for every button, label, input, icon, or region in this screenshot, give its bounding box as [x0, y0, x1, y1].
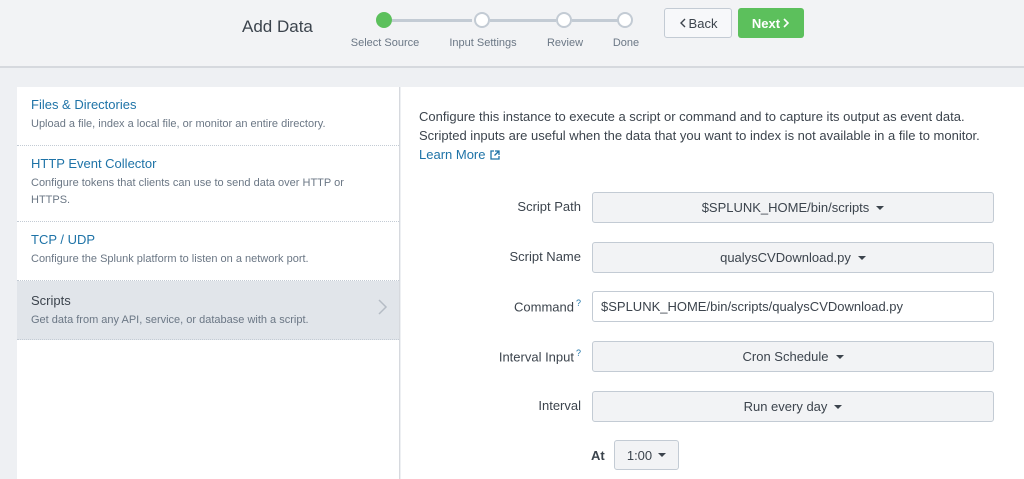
- step-connector: [392, 19, 472, 22]
- intro-description: Configure this instance to execute a scr…: [419, 109, 980, 143]
- caret-down-icon: [658, 453, 667, 457]
- step-connector: [572, 19, 618, 22]
- source-item-desc: Configure tokens that clients can use to…: [31, 177, 344, 206]
- next-button[interactable]: Next: [738, 8, 804, 38]
- source-item-tcp-udp[interactable]: TCP / UDP Configure the Splunk platform …: [17, 222, 399, 281]
- wizard-header: Add Data Select Source Input Settings Re…: [0, 0, 1024, 68]
- source-item-name: HTTP Event Collector: [31, 156, 157, 171]
- script-path-dropdown[interactable]: $SPLUNK_HOME/bin/scripts: [592, 192, 994, 223]
- script-path-value: $SPLUNK_HOME/bin/scripts: [701, 200, 870, 215]
- source-item-files-directories[interactable]: Files & Directories Upload a file, index…: [17, 87, 399, 146]
- chevron-right-icon: [783, 18, 790, 28]
- at-label: At: [591, 448, 605, 463]
- back-button[interactable]: Back: [664, 8, 732, 38]
- script-name-label: Script Name: [509, 249, 581, 264]
- intro-text: Configure this instance to execute a scr…: [419, 107, 1009, 164]
- command-label: Command?: [401, 298, 581, 314]
- next-button-label: Next: [751, 15, 781, 31]
- help-icon[interactable]: ?: [576, 298, 581, 308]
- caret-down-icon: [835, 354, 844, 359]
- source-item-desc: Get data from any API, service, or datab…: [31, 314, 309, 326]
- step-dot-review: [556, 12, 572, 28]
- source-item-http-event-collector[interactable]: HTTP Event Collector Configure tokens th…: [17, 146, 399, 222]
- source-item-name: Scripts: [31, 293, 71, 308]
- step-label-done: Done: [612, 37, 640, 49]
- interval-label: Interval: [538, 398, 581, 413]
- interval-input-label-text: Interval Input: [498, 349, 574, 365]
- source-item-scripts[interactable]: Scripts Get data from any API, service, …: [17, 281, 399, 340]
- source-item-desc: Configure the Splunk platform to listen …: [31, 253, 309, 265]
- interval-input-value: Cron Schedule: [742, 349, 829, 364]
- source-item-desc: Upload a file, index a local file, or mo…: [31, 118, 326, 130]
- external-link-icon: [490, 149, 501, 160]
- wizard-stepper: Select Source Input Settings Review Done: [340, 10, 660, 60]
- interval-input-label: Interval Input?: [401, 348, 581, 364]
- interval-input-dropdown[interactable]: Cron Schedule: [592, 341, 994, 372]
- step-dot-input-settings: [474, 12, 490, 28]
- script-name-value: qualysCVDownload.py: [720, 250, 851, 265]
- caret-down-icon: [876, 205, 885, 210]
- caret-down-icon: [857, 255, 866, 260]
- caret-down-icon: [834, 404, 843, 409]
- learn-more-link[interactable]: Learn More: [419, 145, 501, 164]
- script-name-dropdown[interactable]: qualysCVDownload.py: [592, 242, 994, 273]
- step-label-input-settings: Input Settings: [449, 37, 517, 49]
- source-item-name: TCP / UDP: [31, 232, 96, 247]
- step-label-select-source: Select Source: [350, 37, 420, 49]
- command-label-text: Command: [514, 299, 574, 315]
- learn-more-label: Learn More: [419, 147, 486, 162]
- at-time-dropdown[interactable]: 1:00: [614, 440, 679, 470]
- script-input-form: Configure this instance to execute a scr…: [401, 87, 1024, 479]
- source-list: Files & Directories Upload a file, index…: [17, 87, 400, 479]
- script-path-label: Script Path: [517, 199, 581, 214]
- source-item-name: Files & Directories: [31, 97, 137, 112]
- command-value: $SPLUNK_HOME/bin/scripts/qualysCVDownloa…: [601, 299, 904, 314]
- step-connector: [490, 19, 556, 22]
- back-button-label: Back: [688, 15, 718, 31]
- at-time-value: 1:00: [626, 447, 653, 463]
- step-dot-done: [617, 12, 633, 28]
- step-label-review: Review: [546, 37, 584, 49]
- step-dot-select-source: [376, 12, 392, 28]
- page-title: Add Data: [242, 17, 313, 36]
- chevron-left-icon: [679, 18, 686, 28]
- interval-dropdown[interactable]: Run every day: [592, 391, 994, 422]
- chevron-right-icon: [378, 299, 388, 315]
- help-icon[interactable]: ?: [576, 348, 581, 358]
- interval-value: Run every day: [743, 399, 828, 414]
- command-input[interactable]: $SPLUNK_HOME/bin/scripts/qualysCVDownloa…: [592, 291, 994, 322]
